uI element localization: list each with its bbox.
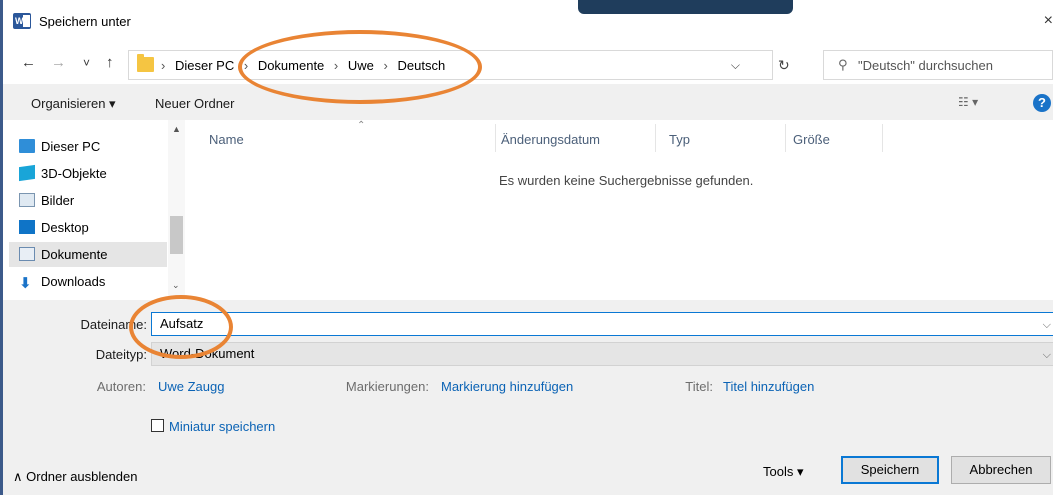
tags-label: Markierungen: <box>345 379 429 394</box>
pictures-icon <box>19 193 35 207</box>
recent-locations-icon[interactable]: ˅ <box>83 56 90 70</box>
chevron-down-icon[interactable]: ⌵ <box>1043 344 1051 366</box>
breadcrumb-separator: › <box>243 58 249 73</box>
add-tag-link[interactable]: Markierung hinzufügen <box>441 379 573 394</box>
cancel-button[interactable]: Abbrechen <box>951 456 1051 484</box>
navigation-bar: ← → ˅ ↑ › Dieser PC › Dokumente › Uwe › … <box>3 44 1053 84</box>
save-button[interactable]: Speichern <box>841 456 939 484</box>
authors-label: Autoren: <box>96 379 146 394</box>
tree-item-desktop[interactable]: Desktop <box>9 215 167 240</box>
tree-item-label: Downloads <box>41 274 106 289</box>
chevron-down-icon[interactable]: ⌵ <box>731 58 740 73</box>
filename-value: Aufsatz <box>160 316 204 331</box>
up-arrow-icon[interactable]: ↑ <box>106 54 114 71</box>
breadcrumb-uwe[interactable]: Uwe <box>348 58 374 73</box>
tree-item-3d-objekte[interactable]: 3D-Objekte <box>9 161 167 186</box>
scrollbar-thumb[interactable] <box>170 216 183 254</box>
tree-scrollbar[interactable]: ▲ ⌄ <box>168 120 185 300</box>
title-bar: W Speichern unter × <box>3 0 1053 44</box>
organize-button[interactable]: Organisieren ▾ <box>31 96 116 112</box>
sort-up-icon: ⌃ <box>357 120 366 131</box>
breadcrumb: › Dieser PC › Dokumente › Uwe › Deutsch <box>161 58 451 73</box>
tree-item-label: 3D-Objekte <box>41 166 107 181</box>
search-icon: ⚲ <box>838 57 848 72</box>
column-header-name[interactable]: Name <box>209 132 244 147</box>
filetype-value: Word-Dokument <box>160 346 255 361</box>
refresh-icon[interactable]: ↻ <box>778 57 790 74</box>
command-toolbar: Organisieren ▾ Neuer Ordner ☷ ▾ ? <box>3 84 1053 120</box>
chevron-down-icon[interactable]: ⌵ <box>1043 314 1051 336</box>
column-divider[interactable] <box>785 124 786 152</box>
close-icon[interactable]: × <box>1044 12 1053 30</box>
address-bar[interactable]: › Dieser PC › Dokumente › Uwe › Deutsch … <box>128 50 773 80</box>
filename-label: Dateiname: <box>80 317 147 332</box>
tree-item-label: Desktop <box>41 220 89 235</box>
back-arrow-icon[interactable]: ← <box>21 54 36 71</box>
documents-icon <box>19 247 35 261</box>
forward-arrow-icon[interactable]: → <box>51 54 66 71</box>
filetype-select[interactable]: Word-Dokument ⌵ <box>151 342 1053 366</box>
filename-input[interactable]: Aufsatz ⌵ <box>151 312 1053 336</box>
tree-item-label: Bilder <box>41 193 75 208</box>
save-as-dialog: W Speichern unter × ← → ˅ ↑ › Dieser PC … <box>0 0 1053 495</box>
word-icon: W <box>13 13 31 29</box>
scroll-down-icon[interactable]: ⌄ <box>172 280 180 291</box>
breadcrumb-separator: › <box>161 58 166 73</box>
view-options-icon[interactable]: ☷ ▾ <box>958 95 978 109</box>
breadcrumb-separator: › <box>383 58 388 73</box>
search-placeholder: "Deutsch" durchsuchen <box>858 58 993 73</box>
breadcrumb-deutsch[interactable]: Deutsch <box>398 58 446 73</box>
navigation-pane: Dieser PC 3D-Objekte Bilder Desktop Doku… <box>3 120 185 300</box>
download-icon: ⬇ <box>19 275 32 292</box>
folder-icon <box>137 54 154 72</box>
tree-item-label: Dokumente <box>41 247 108 262</box>
window-title: Speichern unter <box>39 14 131 29</box>
tree-item-bilder[interactable]: Bilder <box>9 188 167 213</box>
column-header-size[interactable]: Größe <box>793 132 830 147</box>
hide-folders-button[interactable]: ∧ Ordner ausblenden <box>13 469 137 485</box>
title-label: Titel: <box>685 379 713 394</box>
breadcrumb-dokumente[interactable]: Dokumente <box>258 58 324 73</box>
tree-item-label: Dieser PC <box>41 139 101 154</box>
new-folder-button[interactable]: Neuer Ordner <box>155 96 234 111</box>
empty-results-message: Es wurden keine Suchergebnisse gefunden. <box>499 173 754 188</box>
file-list: ⌃ Name Änderungsdatum Typ Größe Es wurde… <box>185 120 1053 300</box>
help-icon[interactable]: ? <box>1033 94 1051 112</box>
column-divider[interactable] <box>882 124 883 152</box>
add-title-link[interactable]: Titel hinzufügen <box>723 379 814 394</box>
tree-item-dokumente[interactable]: Dokumente <box>9 242 167 267</box>
cube-icon <box>19 164 35 182</box>
desktop-icon <box>19 220 35 234</box>
search-input[interactable]: ⚲ "Deutsch" durchsuchen <box>823 50 1053 80</box>
tools-dropdown[interactable]: Tools ▾ <box>763 464 804 480</box>
column-divider[interactable] <box>655 124 656 152</box>
breadcrumb-dieser-pc[interactable]: Dieser PC <box>175 58 234 73</box>
scroll-up-icon[interactable]: ▲ <box>172 124 181 134</box>
column-header-date[interactable]: Änderungsdatum <box>501 132 600 147</box>
background-window-strip <box>578 0 793 14</box>
tree-item-downloads[interactable]: ⬇ Downloads <box>9 269 167 294</box>
thumbnail-checkbox[interactable] <box>151 419 164 432</box>
breadcrumb-separator: › <box>333 58 339 73</box>
save-options-panel: Dateiname: Aufsatz ⌵ Dateityp: Word-Doku… <box>3 300 1053 495</box>
filetype-label: Dateityp: <box>95 347 147 362</box>
column-header-type[interactable]: Typ <box>669 132 690 147</box>
thumbnail-label[interactable]: Miniatur speichern <box>169 419 275 434</box>
column-divider[interactable] <box>495 124 496 152</box>
authors-value[interactable]: Uwe Zaugg <box>158 379 224 394</box>
tree-item-dieser-pc[interactable]: Dieser PC <box>9 134 167 159</box>
computer-icon <box>19 139 35 153</box>
